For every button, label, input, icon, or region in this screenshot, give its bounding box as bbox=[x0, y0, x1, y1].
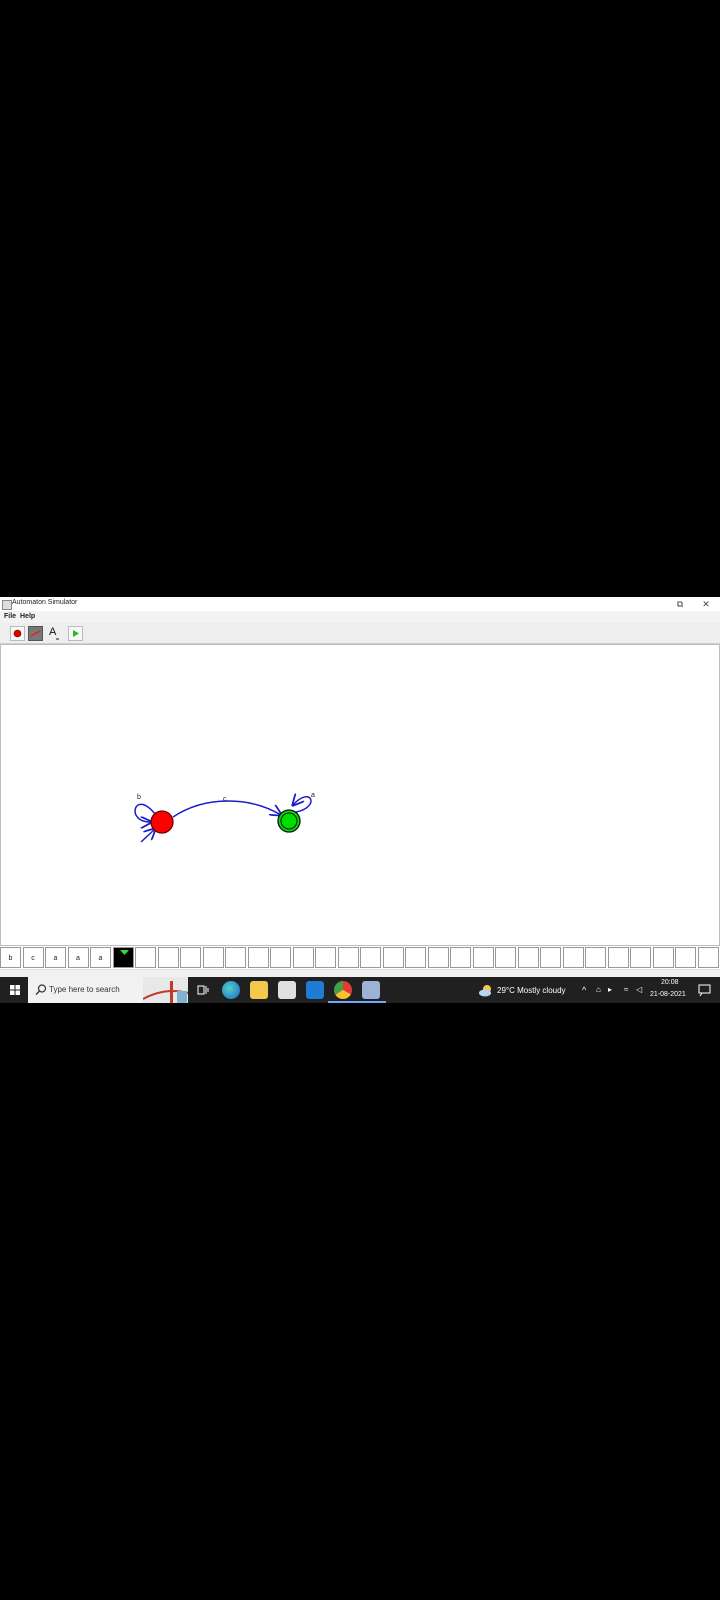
app-icon bbox=[2, 600, 12, 610]
transition-q0-q1 bbox=[172, 800, 281, 818]
transition-label-a: a bbox=[311, 792, 315, 799]
restore-icon[interactable]: ⧉ bbox=[672, 598, 688, 610]
transition-q1-q1 bbox=[293, 797, 312, 813]
volume-icon[interactable]: ◁ bbox=[636, 985, 642, 994]
java-app-active-indicator bbox=[356, 1001, 386, 1003]
desktop-screen: Automaton Simulator ⧉ ✕ File Help A b c … bbox=[0, 597, 720, 1003]
search-icon bbox=[35, 984, 47, 995]
tape-cell[interactable] bbox=[607, 947, 629, 968]
tape-cell[interactable] bbox=[180, 947, 201, 968]
tape-cell[interactable] bbox=[315, 947, 336, 968]
tape-cell[interactable] bbox=[270, 947, 291, 968]
tape-head-cell[interactable] bbox=[112, 947, 134, 968]
tape-cell[interactable] bbox=[472, 947, 494, 968]
tape-cell[interactable] bbox=[360, 947, 381, 968]
windows-start-icon[interactable] bbox=[6, 977, 26, 1003]
task-view-icon[interactable] bbox=[196, 982, 212, 998]
file-explorer-icon[interactable] bbox=[250, 981, 268, 999]
tape-cell[interactable] bbox=[292, 947, 314, 968]
menu-file[interactable]: File bbox=[4, 613, 16, 620]
chrome-active-indicator bbox=[328, 1001, 358, 1003]
play-icon bbox=[73, 630, 79, 637]
weather-text[interactable]: 29°C Mostly cloudy bbox=[497, 986, 566, 995]
tape-cell[interactable] bbox=[157, 947, 179, 968]
text-tool-button[interactable]: A bbox=[46, 626, 61, 641]
tape-cell[interactable] bbox=[337, 947, 359, 968]
java-app-icon[interactable] bbox=[362, 981, 380, 999]
tape-head-marker bbox=[119, 950, 129, 955]
toolbar: A bbox=[0, 623, 720, 644]
transition-tool-button[interactable] bbox=[28, 626, 43, 641]
tape-cell[interactable] bbox=[135, 947, 156, 968]
tape-cell[interactable] bbox=[562, 947, 584, 968]
text-tool-caret bbox=[56, 638, 59, 640]
tape-cell[interactable] bbox=[247, 947, 269, 968]
tape-cell[interactable]: a bbox=[67, 947, 89, 968]
chevron-up-icon[interactable]: ^ bbox=[582, 985, 586, 995]
window-title: Automaton Simulator bbox=[12, 599, 78, 606]
network-icon[interactable]: ⌂ bbox=[596, 985, 601, 994]
tape-cell[interactable]: a bbox=[45, 947, 66, 968]
input-tape: bcaaa bbox=[0, 947, 720, 969]
tape-cell[interactable]: b bbox=[0, 947, 21, 968]
taskbar-search[interactable]: Type here to search bbox=[28, 977, 188, 1003]
notification-icon[interactable] bbox=[698, 983, 712, 997]
tape-cell[interactable] bbox=[495, 947, 516, 968]
clock-time[interactable]: 20:08 bbox=[661, 979, 679, 986]
tape-cell[interactable] bbox=[225, 947, 246, 968]
weather-cloud-icon bbox=[479, 985, 491, 997]
tape-cell[interactable] bbox=[202, 947, 224, 968]
transition-label-c: c bbox=[223, 796, 227, 803]
initial-arrow bbox=[140, 829, 155, 843]
arrow-tool-icon bbox=[30, 630, 41, 637]
tape-cell[interactable] bbox=[585, 947, 606, 968]
search-placeholder: Type here to search bbox=[49, 985, 120, 994]
clock-date[interactable]: 21-08-2021 bbox=[650, 991, 686, 998]
automaton-canvas[interactable]: b c a bbox=[0, 644, 720, 946]
battery-icon[interactable]: ▸ bbox=[608, 985, 612, 994]
tape-cell[interactable] bbox=[697, 947, 719, 968]
windows-taskbar: Type here to search 29°C Mostly cloudy ^… bbox=[0, 977, 720, 1003]
tape-cell[interactable] bbox=[630, 947, 651, 968]
tape-cell[interactable] bbox=[382, 947, 404, 968]
chrome-icon[interactable] bbox=[334, 981, 352, 999]
close-icon[interactable]: ✕ bbox=[698, 598, 714, 610]
tape-cell[interactable] bbox=[540, 947, 561, 968]
tape-cell[interactable] bbox=[517, 947, 539, 968]
edge-icon[interactable] bbox=[222, 981, 240, 999]
run-button[interactable] bbox=[68, 626, 83, 641]
store-icon[interactable] bbox=[278, 981, 296, 999]
state-icon bbox=[13, 629, 22, 638]
window-titlebar: Automaton Simulator ⧉ ✕ bbox=[0, 597, 720, 611]
tape-cell[interactable] bbox=[675, 947, 696, 968]
transition-label-b: b bbox=[137, 794, 141, 801]
menu-bar: File Help bbox=[0, 611, 720, 623]
tape-cell[interactable]: a bbox=[90, 947, 111, 968]
search-highlight-bridge-icon bbox=[143, 977, 188, 1003]
automaton-diagram: b c a bbox=[134, 792, 315, 843]
menu-help[interactable]: Help bbox=[20, 613, 35, 620]
mail-icon[interactable] bbox=[306, 981, 324, 999]
tape-cell[interactable] bbox=[427, 947, 449, 968]
state-tool-button[interactable] bbox=[10, 626, 25, 641]
tape-cell[interactable] bbox=[405, 947, 426, 968]
tape-cell[interactable]: c bbox=[22, 947, 44, 968]
state-q0[interactable] bbox=[150, 810, 174, 834]
tape-cell[interactable] bbox=[652, 947, 674, 968]
wifi-icon[interactable]: ≈ bbox=[624, 985, 628, 994]
tape-cell[interactable] bbox=[450, 947, 471, 968]
